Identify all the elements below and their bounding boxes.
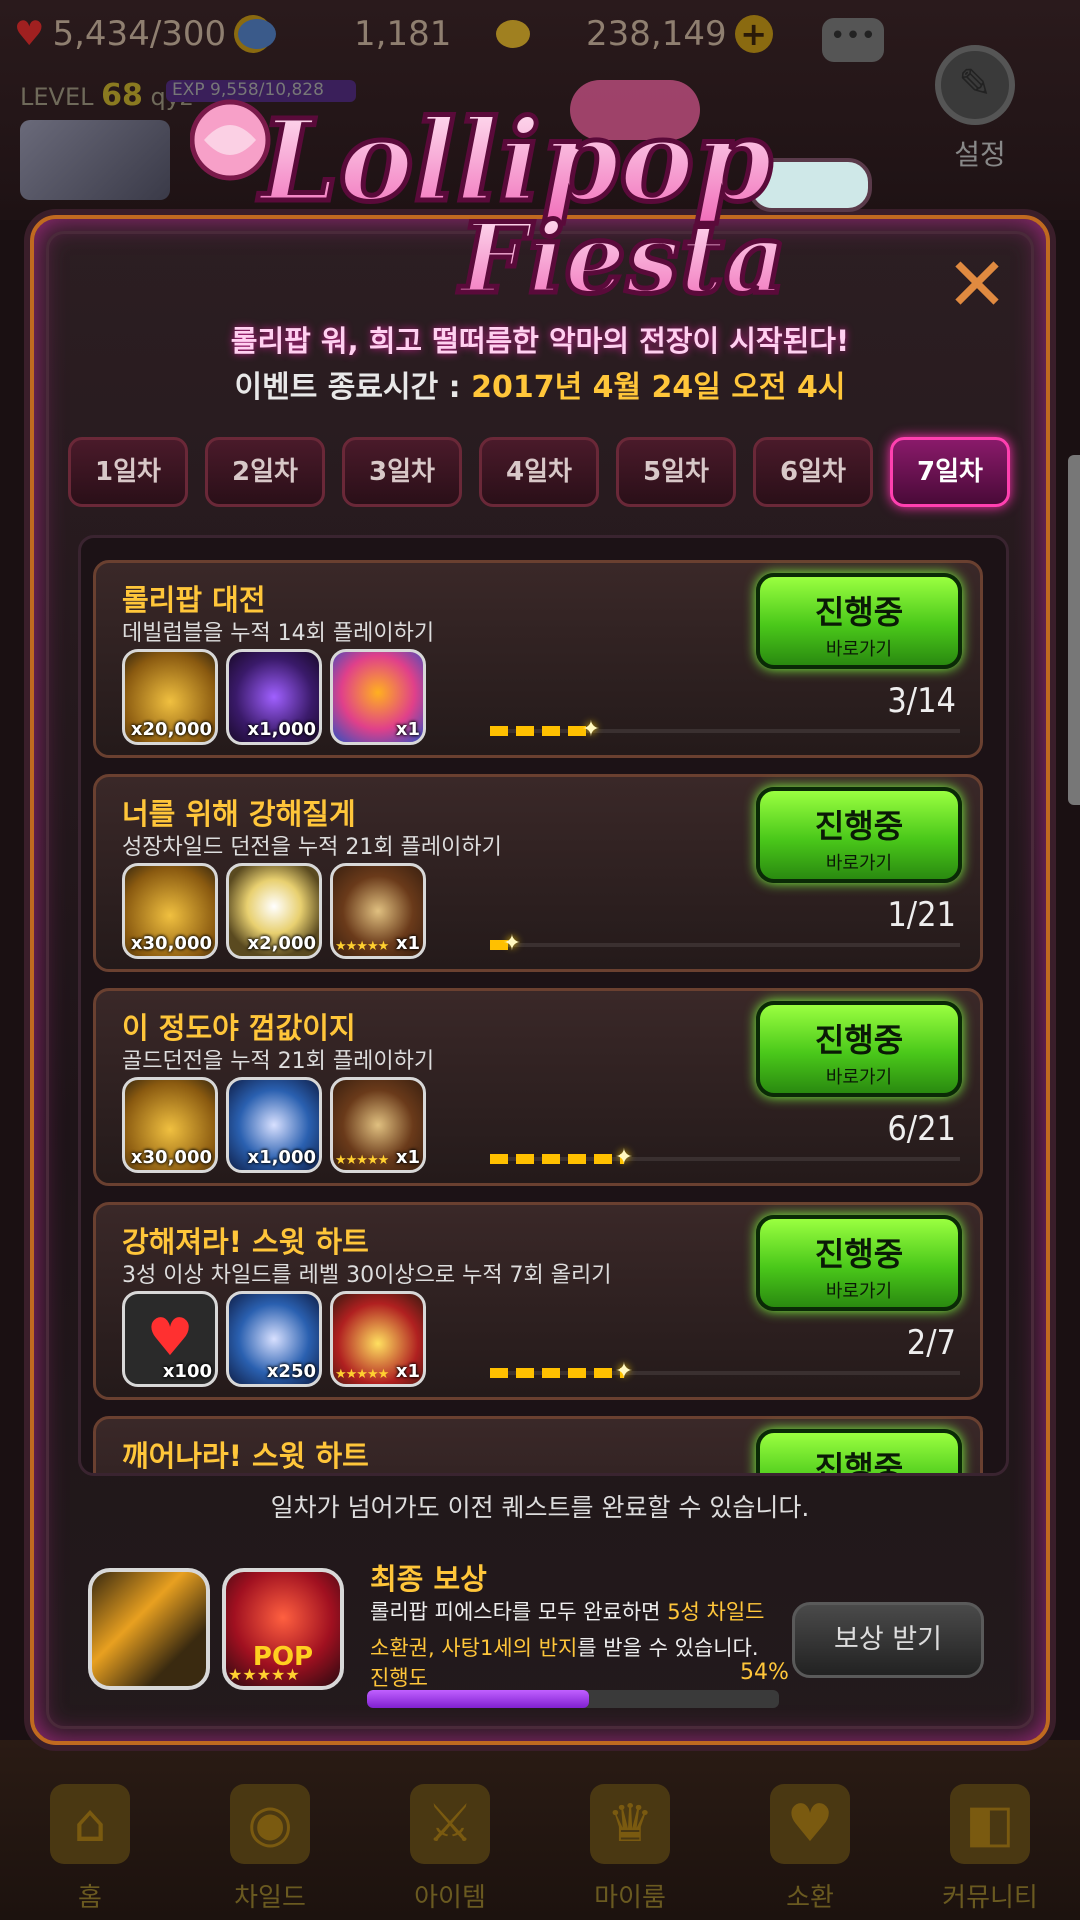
day-tabs: 1일차 2일차 3일차 4일차 5일차 6일차 7일차 — [68, 437, 1013, 509]
quest-card: 너를 위해 강해질게 성장차일드 던전을 누적 21회 플레이하기 x30,00… — [93, 774, 983, 972]
quest-list[interactable]: 롤리팝 대전 데빌럼블을 누적 14회 플레이하기 x20,000 x1,000… — [78, 535, 1009, 1476]
ring-icon[interactable]: ★★★★★ x1 — [330, 1077, 426, 1173]
quest-progress-track: ✦ — [490, 1361, 960, 1383]
day-tab-1[interactable]: 1일차 — [68, 437, 188, 507]
bottom-nav: ⌂ 홈 ◉ 차일드 ⚔ 아이템 ♛ 마이룸 ♥ 소환 ◧ 커뮤니티 — [0, 1740, 1080, 1920]
quest-rewards: ♥ x100 x250 ★★★★★ x1 — [122, 1291, 426, 1387]
claim-reward-button[interactable]: 보상 받기 — [792, 1602, 984, 1678]
flame-icon: ◉ — [230, 1784, 310, 1864]
logo-text-fiesta: Fiesta — [457, 202, 786, 315]
quest-card: 이 정도야 껌값이지 골드던전을 누적 21회 플레이하기 x30,000 x1… — [93, 988, 983, 1186]
gold-count: 238,149 — [586, 14, 727, 54]
community-shield-icon: ◧ — [950, 1784, 1030, 1864]
quest-description: 데빌럼블을 누적 14회 플레이하기 — [122, 621, 435, 646]
go-button[interactable]: 진행중 바로가기 — [756, 1001, 962, 1097]
close-button[interactable]: ✕ — [945, 248, 1009, 322]
gold-resource: 238,149 + — [496, 12, 773, 56]
player-portrait[interactable] — [20, 120, 170, 200]
day-tab-2[interactable]: 2일차 — [205, 437, 325, 507]
quest-progress-text: 1/21 — [887, 895, 956, 935]
quest-description: 골드던전을 누적 21회 플레이하기 — [122, 1049, 435, 1074]
candy-ring-icon[interactable]: POP ★★★★★ — [222, 1568, 344, 1690]
nav-home[interactable]: ⌂ 홈 — [0, 1740, 180, 1920]
ring-icon[interactable]: ★★★★★ x1 — [330, 863, 426, 959]
quest-rewards: x30,000 x1,000 ★★★★★ x1 — [122, 1077, 426, 1173]
final-progress-bar — [367, 1690, 779, 1708]
level-number: 68 — [101, 78, 143, 113]
silver-stone-icon[interactable]: x2,000 — [226, 863, 322, 959]
day-tab-3[interactable]: 3일차 — [342, 437, 462, 507]
day-tab-5[interactable]: 5일차 — [616, 437, 736, 507]
treasure-chest-icon[interactable]: ★★★★★ x1 — [330, 1291, 426, 1387]
quest-description: 성장차일드 던전을 누적 21회 플레이하기 — [122, 835, 502, 860]
hearts-count: 5,434/300 — [52, 14, 227, 54]
crown-icon: ♛ — [590, 1784, 670, 1864]
home-icon: ⌂ — [50, 1784, 130, 1864]
quest-note: 일차가 넘어가도 이전 퀘스트를 완료할 수 있습니다. — [270, 1493, 810, 1522]
quest-title: 너를 위해 강해질게 — [122, 797, 356, 831]
nav-summon[interactable]: ♥ 소환 — [720, 1740, 900, 1920]
gems-count: 1,181 — [354, 14, 452, 54]
quest-progress-text: 3/14 — [887, 681, 956, 721]
final-reward-title: 최종 보상 — [370, 1562, 487, 1596]
quest-progress-track: ✦ — [490, 719, 960, 741]
quest-rewards: x20,000 x1,000 x1 — [122, 649, 426, 745]
nav-item[interactable]: ⚔ 아이템 — [360, 1740, 540, 1920]
quest-title: 강해져라! 스윗 하트 — [122, 1225, 369, 1259]
go-button[interactable]: 진행중 — [756, 1429, 962, 1473]
gold-coin-icon — [496, 20, 530, 48]
sword-shield-icon: ⚔ — [410, 1784, 490, 1864]
quest-progress-track: ✦ — [490, 933, 960, 955]
final-reward-description: 롤리팝 피에스타를 모두 완료하면 5성 차일드 소환권, 사탕1세의 반지를 받… — [370, 1600, 765, 1660]
quest-progress-text: 2/7 — [906, 1323, 956, 1363]
nav-community[interactable]: ◧ 커뮤니티 — [900, 1740, 1080, 1920]
quest-progress-text: 6/21 — [887, 1109, 956, 1149]
blue-medal-icon[interactable]: x1,000 — [226, 1077, 322, 1173]
settings-gear-icon[interactable]: ✎ — [935, 45, 1015, 125]
gems-resource: 1,181 — [238, 12, 451, 56]
nav-myroom[interactable]: ♛ 마이룸 — [540, 1740, 720, 1920]
progress-percent: 54% — [740, 1660, 789, 1685]
quest-card: 깨어나라! 스윗 하트 진행중 — [93, 1416, 983, 1473]
day-tab-7[interactable]: 7일차 — [890, 437, 1010, 507]
go-button[interactable]: 진행중 바로가기 — [756, 1215, 962, 1311]
quest-title: 깨어나라! 스윗 하트 — [122, 1439, 369, 1473]
gem-icon — [238, 19, 276, 49]
gold-coins-icon[interactable]: x30,000 — [122, 1077, 218, 1173]
quest-card: 롤리팝 대전 데빌럼블을 누적 14회 플레이하기 x20,000 x1,000… — [93, 560, 983, 758]
end-time-value: 2017년 4월 24일 오전 4시 — [471, 370, 846, 405]
quest-progress-track: ✦ — [490, 1147, 960, 1169]
chat-icon[interactable]: ••• — [822, 18, 884, 62]
heart-icon: ♥ — [14, 14, 45, 54]
go-button[interactable]: 진행중 바로가기 — [756, 573, 962, 669]
day-tab-4[interactable]: 4일차 — [479, 437, 599, 507]
edge-scroll-handle[interactable] — [1068, 455, 1080, 805]
gold-coins-icon[interactable]: x20,000 — [122, 649, 218, 745]
purple-crystal-icon[interactable]: x1,000 — [226, 649, 322, 745]
end-time-label: 이벤트 종료시간 : — [234, 370, 472, 405]
add-gold-button[interactable]: + — [734, 15, 773, 53]
event-end-time: 이벤트 종료시간 : 2017년 4월 24일 오전 4시 — [0, 362, 1080, 406]
hearts-resource: ♥ 5,434/300 + — [14, 12, 273, 56]
quest-title: 롤리팝 대전 — [122, 583, 266, 617]
heart-icon[interactable]: ♥ x100 — [122, 1291, 218, 1387]
nav-child[interactable]: ◉ 차일드 — [180, 1740, 360, 1920]
event-subtitle: 롤리팝 워, 희고 떨떠름한 악마의 전장이 시작된다! — [230, 324, 850, 358]
go-button[interactable]: 진행중 바로가기 — [756, 787, 962, 883]
quest-rewards: x30,000 x2,000 ★★★★★ x1 — [122, 863, 426, 959]
settings-label: 설정 — [954, 138, 1006, 171]
gold-coins-icon[interactable]: x30,000 — [122, 863, 218, 959]
summon-ticket-icon[interactable] — [88, 1568, 210, 1690]
character-icon[interactable]: x1 — [330, 649, 426, 745]
progress-label: 진행도 — [370, 1666, 428, 1690]
day-tab-6[interactable]: 6일차 — [753, 437, 873, 507]
quest-card: 강해져라! 스윗 하트 3성 이상 차일드를 레벨 30이상으로 누적 7회 올… — [93, 1202, 983, 1400]
quest-title: 이 정도야 껌값이지 — [122, 1011, 356, 1045]
quest-description: 3성 이상 차일드를 레벨 30이상으로 누적 7회 올리기 — [122, 1263, 612, 1288]
blue-medal-icon[interactable]: x250 — [226, 1291, 322, 1387]
lollipop-fiesta-logo: Lollipop Fiesta — [189, 70, 900, 320]
potion-icon: ♥ — [770, 1784, 850, 1864]
